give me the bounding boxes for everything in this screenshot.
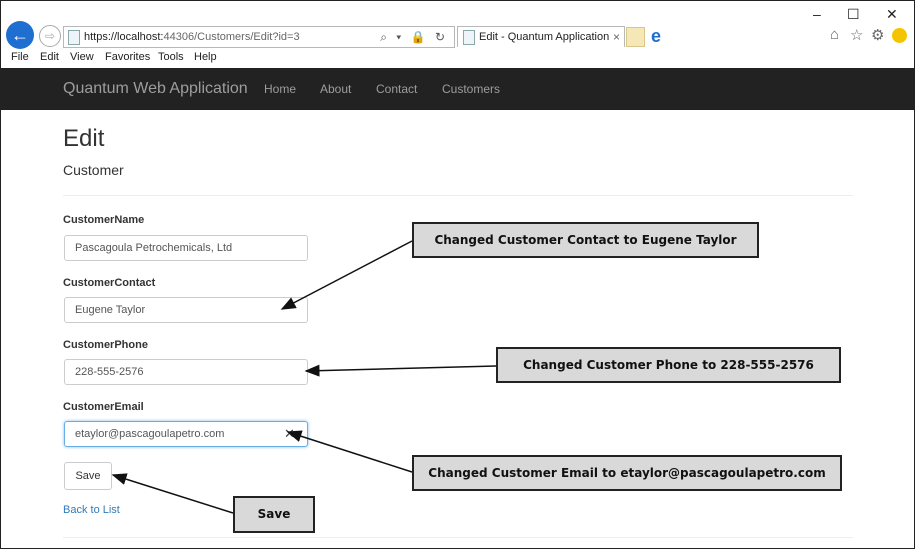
callout-phone: Changed Customer Phone to 228-555-2576 (496, 347, 841, 383)
callout-save: Save (233, 496, 315, 533)
arrow-phone (304, 364, 497, 377)
arrow-save (111, 473, 234, 514)
arrow-email (286, 430, 413, 473)
screenshot-frame: ← ⇨ https://localhost:44306/Customers/Ed… (0, 0, 915, 549)
arrow-contact (280, 240, 413, 310)
callout-email: Changed Customer Email to etaylor@pascag… (412, 455, 842, 491)
callout-contact: Changed Customer Contact to Eugene Taylo… (412, 222, 759, 258)
